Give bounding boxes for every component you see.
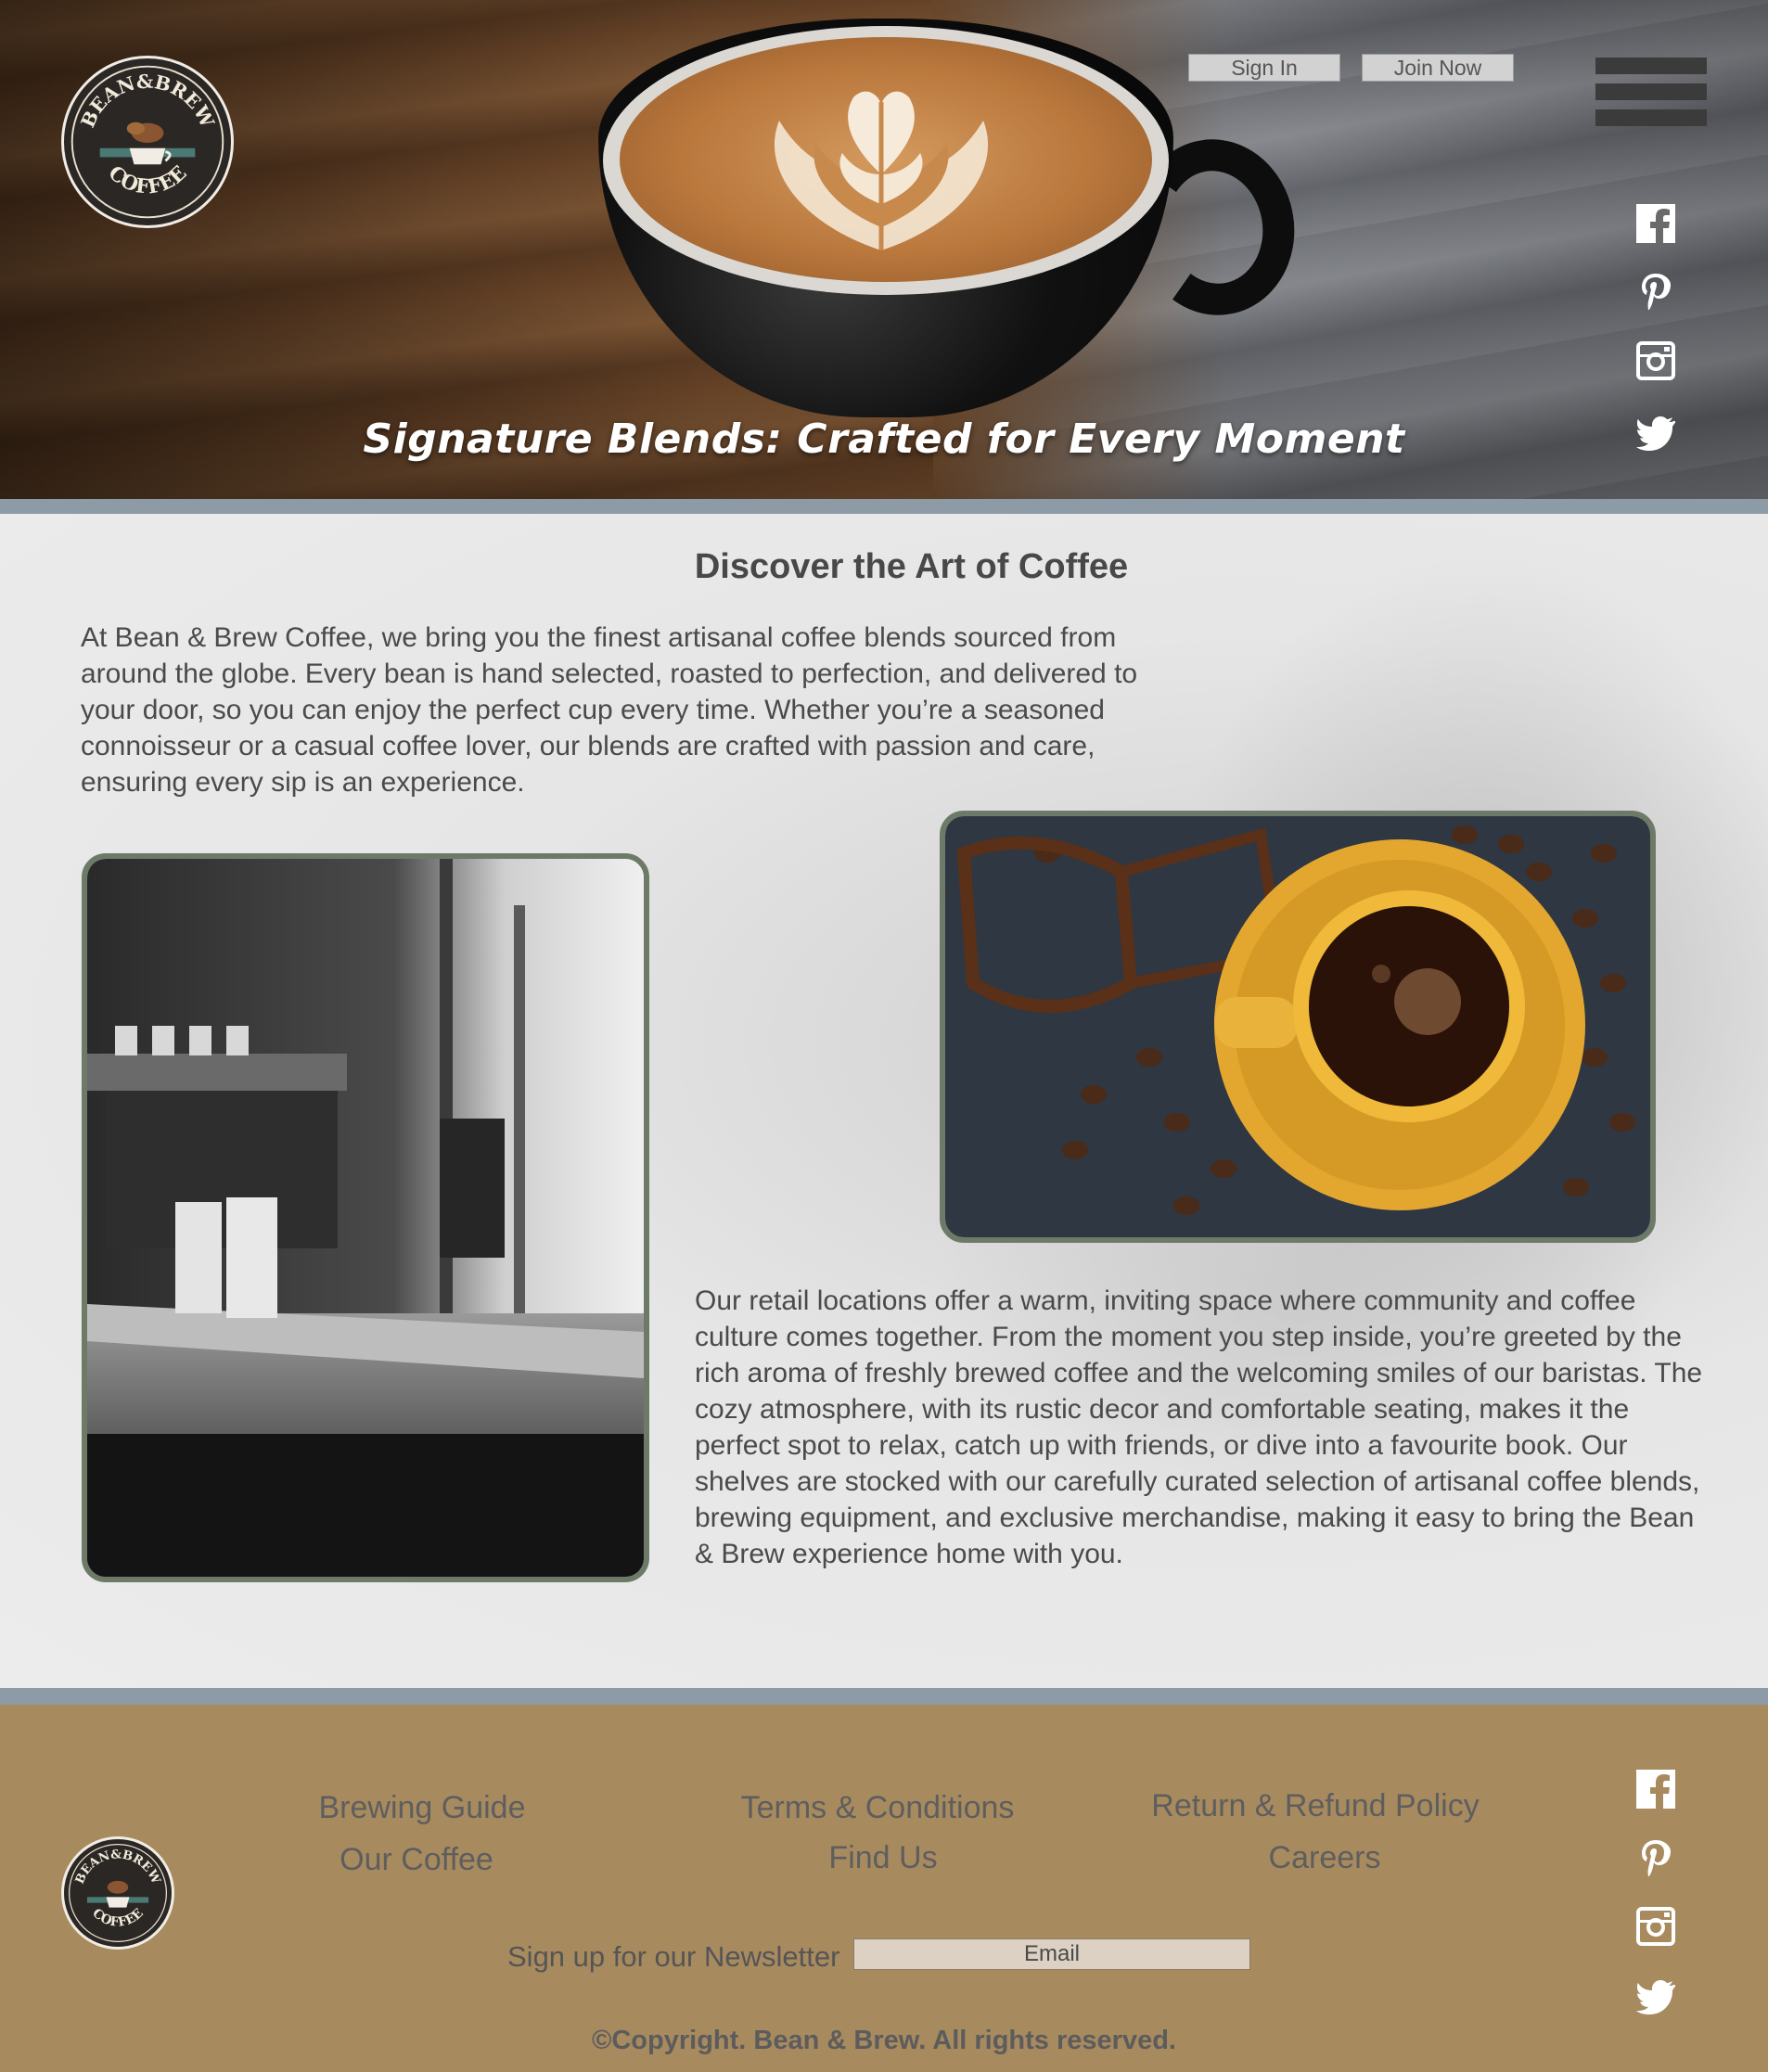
section-heading: Discover the Art of Coffee [694,547,1129,586]
join-now-button[interactable]: Join Now [1362,54,1514,82]
bean-and-brew-logo-icon: BEAN&BREW COFFEE [68,1843,168,1943]
about-section: Discover the Art of Coffee At Bean & Bre… [0,514,1768,1688]
newsletter-label: Sign up for our Newsletter [507,1940,840,1973]
svg-text:BEAN&BREW: BEAN&BREW [73,1848,163,1887]
retail-paragraph: Our retail locations offer a warm, invit… [695,1285,1703,1569]
footer-link-find-us[interactable]: Find Us [828,1840,937,1876]
svg-text:COFFEE: COFFEE [89,1906,146,1930]
copyright: ©Copyright. Bean & Brew. All rights rese… [592,2026,1176,2055]
instagram-icon[interactable] [1636,1907,1675,1946]
footer-link-careers[interactable]: Careers [1269,1840,1381,1876]
bean-and-brew-logo-icon: BEAN&BREW COFFEE [70,65,224,219]
svg-text:COFFEE: COFFEE [104,161,192,199]
latte-art-heart [774,91,989,250]
footer-link-refund-policy[interactable]: Return & Refund Policy [1151,1788,1479,1824]
intro-paragraph: At Bean & Brew Coffee, we bring you the … [81,622,1138,798]
hamburger-menu-icon[interactable] [1595,58,1707,128]
hero-title: Signature Blends: Crafted for Every Mome… [363,416,1405,463]
logo[interactable]: BEAN&BREW COFFEE [61,56,234,228]
divider [0,1688,1768,1705]
facebook-icon[interactable] [1636,1770,1675,1809]
svg-text:BEAN&BREW: BEAN&BREW [76,70,219,133]
footer: BEAN&BREW COFFEE Brewing Guide Our Coffe… [0,1705,1768,2072]
pinterest-icon[interactable] [1636,1838,1675,1877]
footer-link-terms[interactable]: Terms & Conditions [741,1790,1015,1826]
pinterest-icon[interactable] [1636,272,1675,311]
cafe-counter-photo [82,853,649,1582]
facebook-icon[interactable] [1636,204,1675,243]
footer-link-brewing-guide[interactable]: Brewing Guide [318,1790,525,1826]
hero-banner: BEAN&BREW COFFEE Sign In Join Now Signat… [0,0,1768,499]
email-input[interactable]: Email [853,1938,1250,1970]
divider [0,499,1768,514]
twitter-icon[interactable] [1636,1977,1676,2016]
footer-link-our-coffee[interactable]: Our Coffee [340,1842,493,1878]
sign-in-button[interactable]: Sign In [1188,54,1340,82]
coffee-cup-and-glasses-photo [940,811,1656,1243]
instagram-icon[interactable] [1636,341,1675,380]
footer-logo[interactable]: BEAN&BREW COFFEE [61,1836,174,1950]
